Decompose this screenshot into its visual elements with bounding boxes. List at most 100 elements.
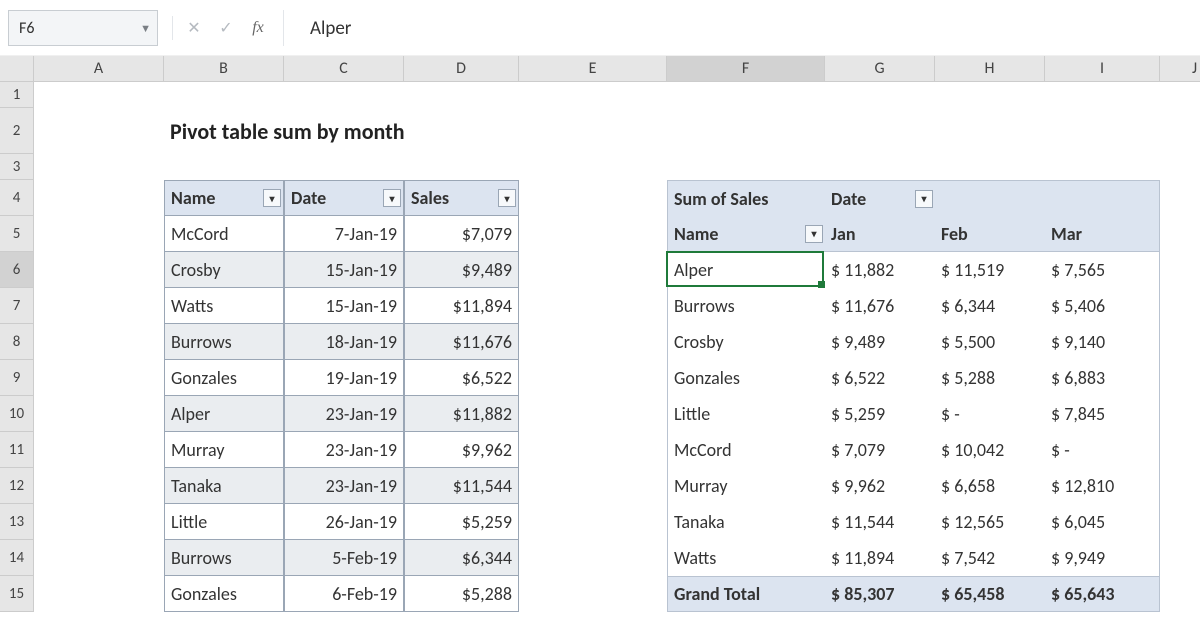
worksheet[interactable]: ABCDEFGHIJ 123456789101112131415 Pivot t… <box>0 56 1200 630</box>
row-header[interactable]: 5 <box>0 216 34 252</box>
cancel-icon[interactable]: ✕ <box>183 18 205 38</box>
table-cell[interactable]: Watts <box>164 288 284 324</box>
table-cell[interactable]: 7-Jan-19 <box>284 216 404 252</box>
formula-input[interactable]: Alper <box>283 10 1192 46</box>
table-cell[interactable]: Burrows <box>164 540 284 576</box>
table-cell[interactable]: 19-Jan-19 <box>284 360 404 396</box>
source-header[interactable]: Sales▾ <box>404 180 519 216</box>
pivot-row-name[interactable]: Burrows <box>667 288 825 324</box>
pivot-row-name[interactable]: Crosby <box>667 324 825 360</box>
pivot-value[interactable]: $ 6,883 <box>1045 360 1160 396</box>
table-cell[interactable]: 18-Jan-19 <box>284 324 404 360</box>
row-header[interactable]: 2 <box>0 108 34 154</box>
pivot-value[interactable]: $ 9,140 <box>1045 324 1160 360</box>
table-cell[interactable]: Gonzales <box>164 576 284 612</box>
pivot-value[interactable]: $ 5,259 <box>825 396 935 432</box>
column-header[interactable]: D <box>404 56 519 82</box>
row-header[interactable]: 6 <box>0 252 34 288</box>
pivot-row-name[interactable]: Tanaka <box>667 504 825 540</box>
source-header[interactable]: Name▾ <box>164 180 284 216</box>
pivot-row-name[interactable]: Alper <box>667 252 825 288</box>
table-cell[interactable]: $7,079 <box>404 216 519 252</box>
pivot-value[interactable]: $ 6,658 <box>935 468 1045 504</box>
pivot-value[interactable]: $ 9,962 <box>825 468 935 504</box>
table-cell[interactable]: 6-Feb-19 <box>284 576 404 612</box>
table-cell[interactable]: $11,676 <box>404 324 519 360</box>
row-header[interactable]: 4 <box>0 180 34 216</box>
table-cell[interactable]: Little <box>164 504 284 540</box>
table-cell[interactable]: $5,288 <box>404 576 519 612</box>
column-header[interactable]: I <box>1045 56 1160 82</box>
table-cell[interactable]: 23-Jan-19 <box>284 396 404 432</box>
source-header[interactable]: Date▾ <box>284 180 404 216</box>
table-cell[interactable]: $6,522 <box>404 360 519 396</box>
row-header[interactable]: 12 <box>0 468 34 504</box>
table-cell[interactable]: Tanaka <box>164 468 284 504</box>
filter-dropdown-icon[interactable]: ▾ <box>498 189 516 207</box>
name-box[interactable]: F6 ▼ <box>8 10 158 46</box>
table-cell[interactable]: 15-Jan-19 <box>284 288 404 324</box>
table-cell[interactable]: $11,544 <box>404 468 519 504</box>
pivot-row-field[interactable]: Name▾ <box>667 216 825 252</box>
pivot-value[interactable]: $ 6,522 <box>825 360 935 396</box>
table-cell[interactable]: 26-Jan-19 <box>284 504 404 540</box>
pivot-row-name[interactable]: Watts <box>667 540 825 576</box>
table-cell[interactable]: 23-Jan-19 <box>284 432 404 468</box>
row-header[interactable]: 14 <box>0 540 34 576</box>
table-cell[interactable]: 23-Jan-19 <box>284 468 404 504</box>
confirm-icon[interactable]: ✓ <box>215 18 237 38</box>
table-cell[interactable]: $6,344 <box>404 540 519 576</box>
pivot-value[interactable]: $ 11,894 <box>825 540 935 576</box>
row-header[interactable]: 15 <box>0 576 34 612</box>
table-cell[interactable]: Murray <box>164 432 284 468</box>
pivot-value[interactable]: $ 5,406 <box>1045 288 1160 324</box>
pivot-value[interactable]: $ 11,519 <box>935 252 1045 288</box>
pivot-row-name[interactable]: Little <box>667 396 825 432</box>
pivot-row-name[interactable]: McCord <box>667 432 825 468</box>
row-header[interactable]: 7 <box>0 288 34 324</box>
row-header[interactable]: 9 <box>0 360 34 396</box>
fx-icon[interactable]: fx <box>247 19 269 37</box>
column-header[interactable]: J <box>1160 56 1200 82</box>
pivot-value[interactable]: $ 11,882 <box>825 252 935 288</box>
pivot-value[interactable]: $ - <box>1045 432 1160 468</box>
pivot-value[interactable]: $ 7,565 <box>1045 252 1160 288</box>
pivot-value[interactable]: $ 11,676 <box>825 288 935 324</box>
filter-dropdown-icon[interactable]: ▾ <box>915 190 933 208</box>
row-header[interactable]: 13 <box>0 504 34 540</box>
row-header[interactable]: 3 <box>0 154 34 180</box>
table-cell[interactable]: $9,962 <box>404 432 519 468</box>
filter-dropdown-icon[interactable]: ▾ <box>805 225 823 243</box>
pivot-value[interactable]: $ 12,565 <box>935 504 1045 540</box>
table-cell[interactable]: Alper <box>164 396 284 432</box>
pivot-value[interactable]: $ 5,500 <box>935 324 1045 360</box>
pivot-value[interactable]: $ 11,544 <box>825 504 935 540</box>
column-header[interactable]: A <box>34 56 164 82</box>
filter-dropdown-icon[interactable]: ▾ <box>383 189 401 207</box>
pivot-value[interactable]: $ 10,042 <box>935 432 1045 468</box>
column-header[interactable]: E <box>519 56 667 82</box>
pivot-value[interactable]: $ 12,810 <box>1045 468 1160 504</box>
table-cell[interactable]: 5-Feb-19 <box>284 540 404 576</box>
table-cell[interactable]: $11,894 <box>404 288 519 324</box>
pivot-value[interactable]: $ - <box>935 396 1045 432</box>
pivot-value[interactable]: $ 6,344 <box>935 288 1045 324</box>
table-cell[interactable]: 15-Jan-19 <box>284 252 404 288</box>
pivot-value[interactable]: $ 7,542 <box>935 540 1045 576</box>
table-cell[interactable]: Burrows <box>164 324 284 360</box>
row-header[interactable]: 11 <box>0 432 34 468</box>
column-header[interactable]: H <box>935 56 1045 82</box>
table-cell[interactable]: McCord <box>164 216 284 252</box>
column-header[interactable]: C <box>284 56 404 82</box>
select-all-corner[interactable] <box>0 56 34 82</box>
pivot-row-name[interactable]: Gonzales <box>667 360 825 396</box>
row-header[interactable]: 10 <box>0 396 34 432</box>
table-cell[interactable]: Gonzales <box>164 360 284 396</box>
table-cell[interactable]: $9,489 <box>404 252 519 288</box>
table-cell[interactable]: $5,259 <box>404 504 519 540</box>
table-cell[interactable]: $11,882 <box>404 396 519 432</box>
row-header[interactable]: 8 <box>0 324 34 360</box>
column-header[interactable]: B <box>164 56 284 82</box>
row-header[interactable]: 1 <box>0 82 34 108</box>
pivot-row-name[interactable]: Murray <box>667 468 825 504</box>
